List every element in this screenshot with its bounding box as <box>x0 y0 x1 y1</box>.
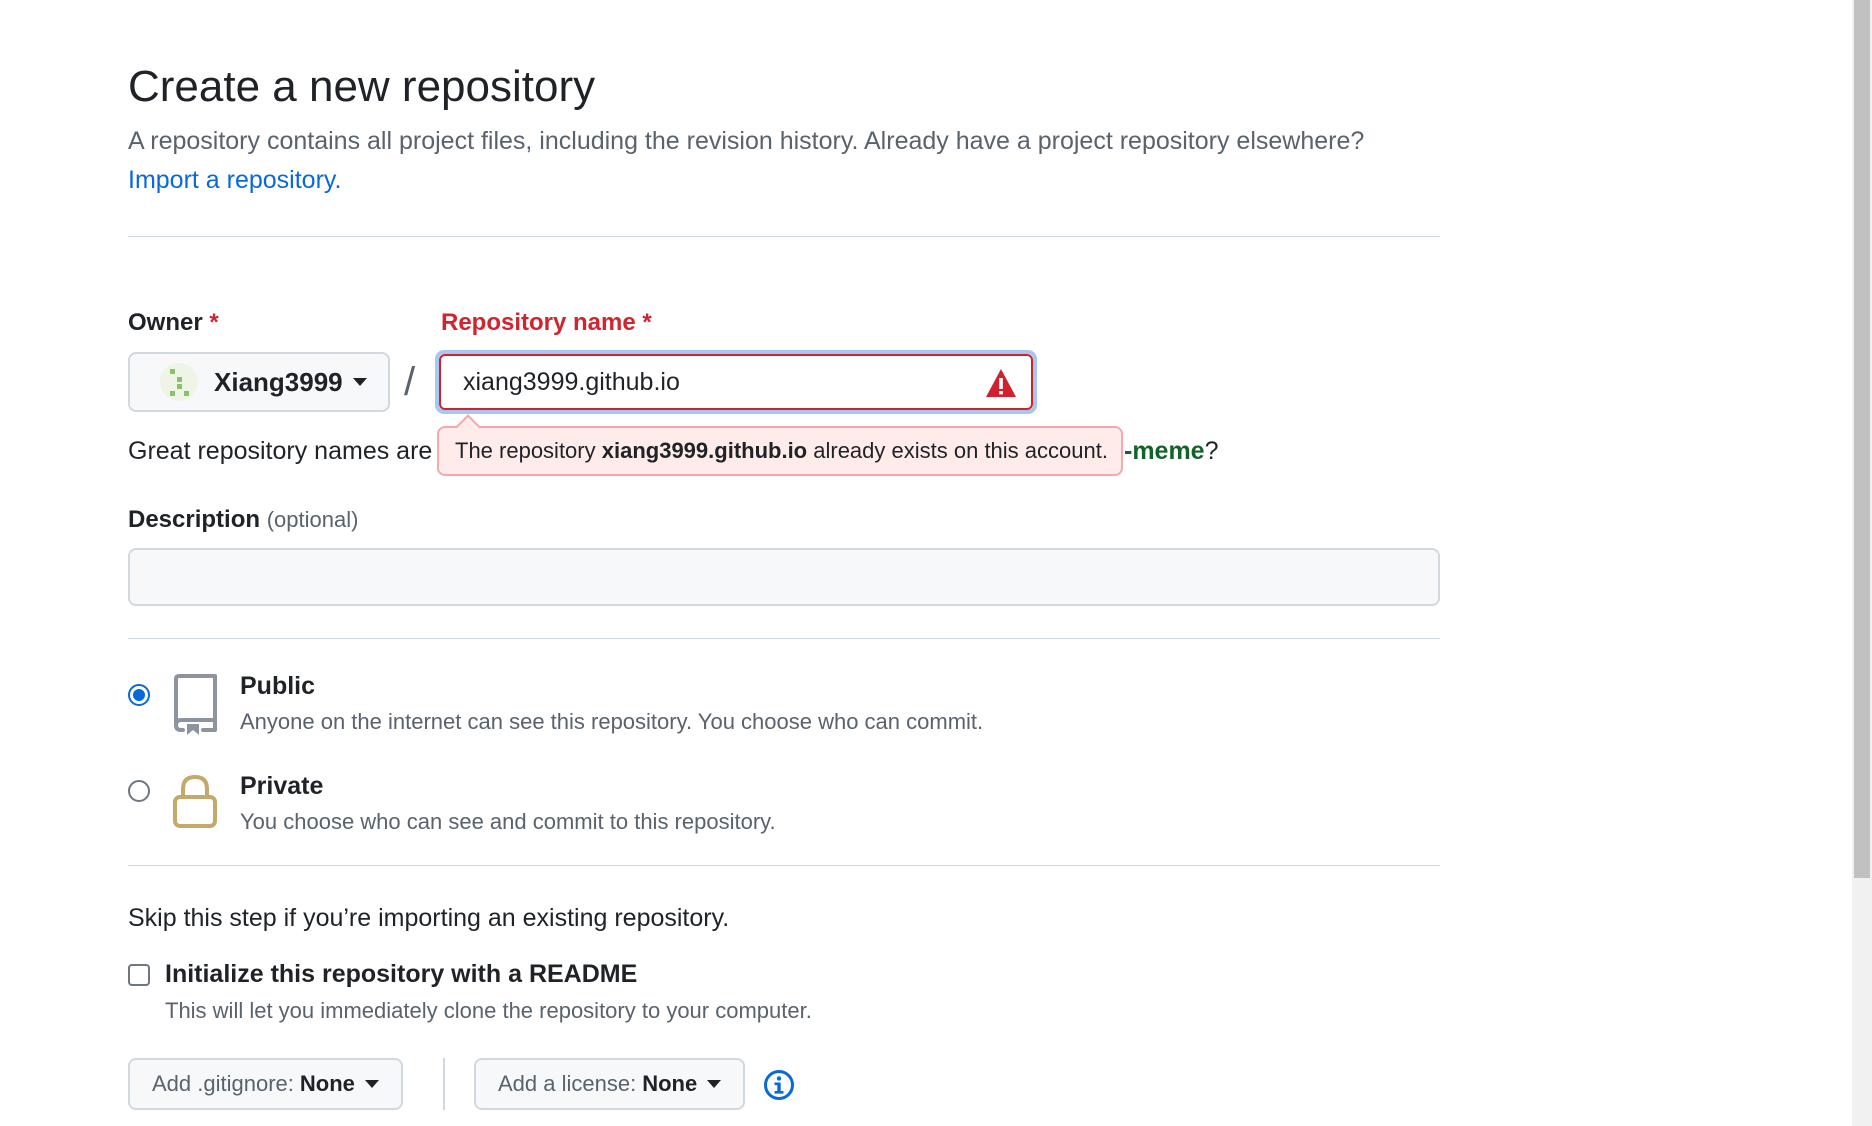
repo-name-label-text: Repository name <box>441 309 636 336</box>
gitignore-label: Add .gitignore: <box>152 1071 294 1096</box>
import-repository-link[interactable]: Import a repository. <box>128 166 342 195</box>
page: Create a new repository A repository con… <box>0 0 1872 1126</box>
info-icon[interactable] <box>763 1069 795 1101</box>
public-description: Anyone on the internet can see this repo… <box>240 709 984 734</box>
description-label-text: Description <box>128 506 261 533</box>
private-title: Private <box>240 772 324 800</box>
divider <box>128 865 1440 866</box>
repo-name-label: Repository name * <box>441 309 652 337</box>
description-optional: (optional) <box>266 507 359 532</box>
chevron-down-icon <box>352 378 367 386</box>
avatar <box>160 363 198 401</box>
readme-checkbox[interactable] <box>128 964 150 986</box>
lock-icon <box>173 774 217 828</box>
gitignore-select-button[interactable]: Add .gitignore: None <box>128 1058 403 1110</box>
divider <box>128 638 1440 639</box>
private-radio[interactable] <box>128 780 150 802</box>
scrollbar-thumb[interactable] <box>1854 0 1870 878</box>
repo-name-required-mark: * <box>642 309 652 336</box>
license-value: None <box>642 1071 698 1096</box>
private-description: You choose who can see and commit to thi… <box>240 809 776 834</box>
repo-name-hint: Great repository names are <box>128 437 433 465</box>
vertical-divider <box>443 1058 445 1110</box>
owner-repo-separator: / <box>404 360 416 404</box>
error-text-suffix: already exists on this account. <box>813 438 1108 463</box>
repo-name-focus-ring <box>435 350 1037 414</box>
owner-label: Owner * <box>128 309 219 337</box>
repo-name-error-message: The repository xiang3999.github.io alrea… <box>437 414 1123 476</box>
public-radio[interactable] <box>128 684 150 706</box>
page-subtitle: A repository contains all project files,… <box>128 127 1365 155</box>
error-repo-name: xiang3999.github.io <box>601 438 808 463</box>
page-title: Create a new repository <box>128 62 596 111</box>
chevron-down-icon <box>364 1080 379 1088</box>
skip-step-text: Skip this step if you’re importing an ex… <box>128 904 730 932</box>
repo-name-suggestion[interactable]: -meme <box>1124 437 1205 465</box>
license-select-button[interactable]: Add a license: None <box>474 1058 746 1110</box>
repo-name-input[interactable] <box>439 354 1033 410</box>
readme-description: This will let you immediately clone the … <box>165 998 812 1023</box>
public-title: Public <box>240 672 316 700</box>
readme-label[interactable]: Initialize this repository with a README <box>165 960 637 989</box>
divider <box>128 236 1440 237</box>
description-input[interactable] <box>128 548 1440 606</box>
repo-name-hint-end: ? <box>1204 437 1219 465</box>
gitignore-value: None <box>299 1071 355 1096</box>
error-pointer <box>455 414 481 440</box>
owner-label-text: Owner <box>128 309 203 336</box>
license-label: Add a license: <box>498 1071 637 1096</box>
owner-required-mark: * <box>209 309 219 336</box>
alert-icon <box>986 369 1016 397</box>
description-label: Description (optional) <box>128 506 358 534</box>
owner-name: Xiang3999 <box>214 366 343 397</box>
repo-icon <box>174 674 217 735</box>
owner-select-button[interactable]: Xiang3999 <box>128 352 390 412</box>
chevron-down-icon <box>707 1080 722 1088</box>
error-text-prefix: The repository <box>455 438 596 463</box>
repo-name-hint-suggestion: -meme? <box>1124 437 1219 466</box>
